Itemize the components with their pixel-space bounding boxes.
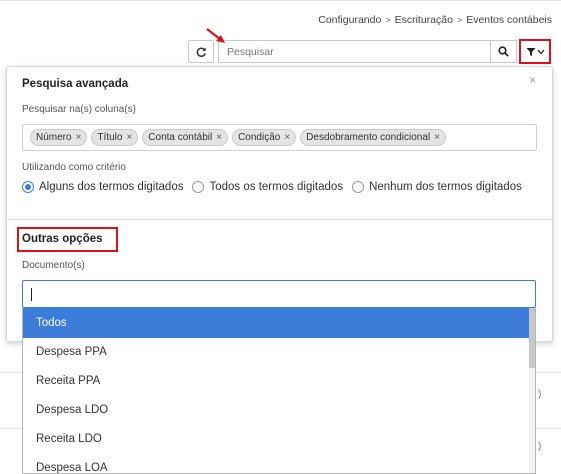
column-chip: Desdobramento condicional × <box>300 129 446 146</box>
documents-label: Documento(s) <box>22 260 85 271</box>
column-chip: Conta contábil × <box>142 129 229 146</box>
close-icon[interactable]: × <box>529 73 536 87</box>
radio-label: Alguns dos termos digitados <box>39 181 184 193</box>
dropdown-option-receita-ldo[interactable]: Receita LDO <box>23 425 531 454</box>
columns-multiselect[interactable]: Número × Título × Conta contábil × Condição… <box>22 124 537 151</box>
criteria-label: Utilizando como critério <box>22 162 126 173</box>
chip-remove-icon[interactable]: × <box>284 132 290 143</box>
dropdown-option-receita-ppa[interactable]: Receita PPA <box>23 367 531 396</box>
scrollbar-thumb[interactable] <box>529 308 535 368</box>
breadcrumb: Configurando > Escrituração > Eventos co… <box>318 14 552 26</box>
chevron-right-icon: > <box>456 15 463 25</box>
chevron-right-icon: > <box>385 15 391 25</box>
table-row-divider <box>0 372 22 373</box>
chip-remove-icon[interactable]: × <box>76 132 82 143</box>
chip-remove-icon[interactable]: × <box>126 132 132 143</box>
radio-unselected-icon <box>192 181 205 193</box>
chip-label: Conta contábil <box>148 132 213 143</box>
table-cell-fragment: ) <box>538 441 542 452</box>
criteria-radio-group: Alguns dos termos digitados Todos os ter… <box>22 181 522 193</box>
column-chip: Título × <box>91 129 139 146</box>
dropdown-option-todos[interactable]: Todos <box>23 308 531 338</box>
top-border <box>0 0 561 1</box>
chip-remove-icon[interactable]: × <box>216 132 222 143</box>
chevron-down-icon <box>537 49 544 54</box>
chip-label: Condição <box>238 132 281 143</box>
section-divider <box>7 219 552 220</box>
radio-selected-icon <box>22 181 34 193</box>
search-input[interactable] <box>218 40 491 63</box>
column-chip: Condição × <box>232 129 297 146</box>
breadcrumb-item[interactable]: Configurando <box>318 14 381 26</box>
table-cell-fragment: ) <box>538 389 542 400</box>
search-icon <box>498 46 509 57</box>
column-chip: Número × <box>30 129 88 146</box>
chip-remove-icon[interactable]: × <box>434 132 440 143</box>
filter-icon <box>526 47 535 56</box>
dropdown-option-despesa-ldo[interactable]: Despesa LDO <box>23 396 531 425</box>
chip-label: Título <box>97 132 123 143</box>
radio-label: Todos os termos digitados <box>209 181 344 193</box>
chip-label: Número <box>36 132 72 143</box>
dropdown-scrollbar[interactable] <box>529 308 535 473</box>
panel-title: Pesquisa avançada <box>22 78 129 90</box>
documents-select-input[interactable] <box>22 280 536 308</box>
documents-dropdown: Todos Despesa PPA Receita PPA Despesa LD… <box>22 308 536 474</box>
criteria-radio-some[interactable]: Alguns dos termos digitados <box>22 181 183 193</box>
annotation-arrow-icon <box>206 28 225 43</box>
text-caret <box>31 288 32 301</box>
criteria-radio-none[interactable]: Nenhum dos termos digitados <box>352 181 522 193</box>
advanced-filter-button[interactable] <box>519 39 551 64</box>
breadcrumb-item[interactable]: Escrituração <box>395 14 453 26</box>
dropdown-option-despesa-ppa[interactable]: Despesa PPA <box>23 338 531 367</box>
search-button[interactable] <box>491 40 517 63</box>
chip-label: Desdobramento condicional <box>306 132 431 143</box>
table-row-divider <box>536 372 561 373</box>
dropdown-option-despesa-loa[interactable]: Despesa LOA <box>23 454 531 473</box>
columns-label: Pesquisar na(s) coluna(s) <box>22 104 136 115</box>
table-row-divider <box>536 428 561 429</box>
radio-label: Nenhum dos termos digitados <box>369 181 522 193</box>
refresh-icon <box>196 47 206 57</box>
table-row-divider <box>0 428 22 429</box>
breadcrumb-item: Eventos contábeis <box>466 14 552 26</box>
radio-unselected-icon <box>352 181 365 193</box>
criteria-radio-all[interactable]: Todos os termos digitados <box>192 181 343 193</box>
other-options-title: Outras opções <box>22 233 103 245</box>
